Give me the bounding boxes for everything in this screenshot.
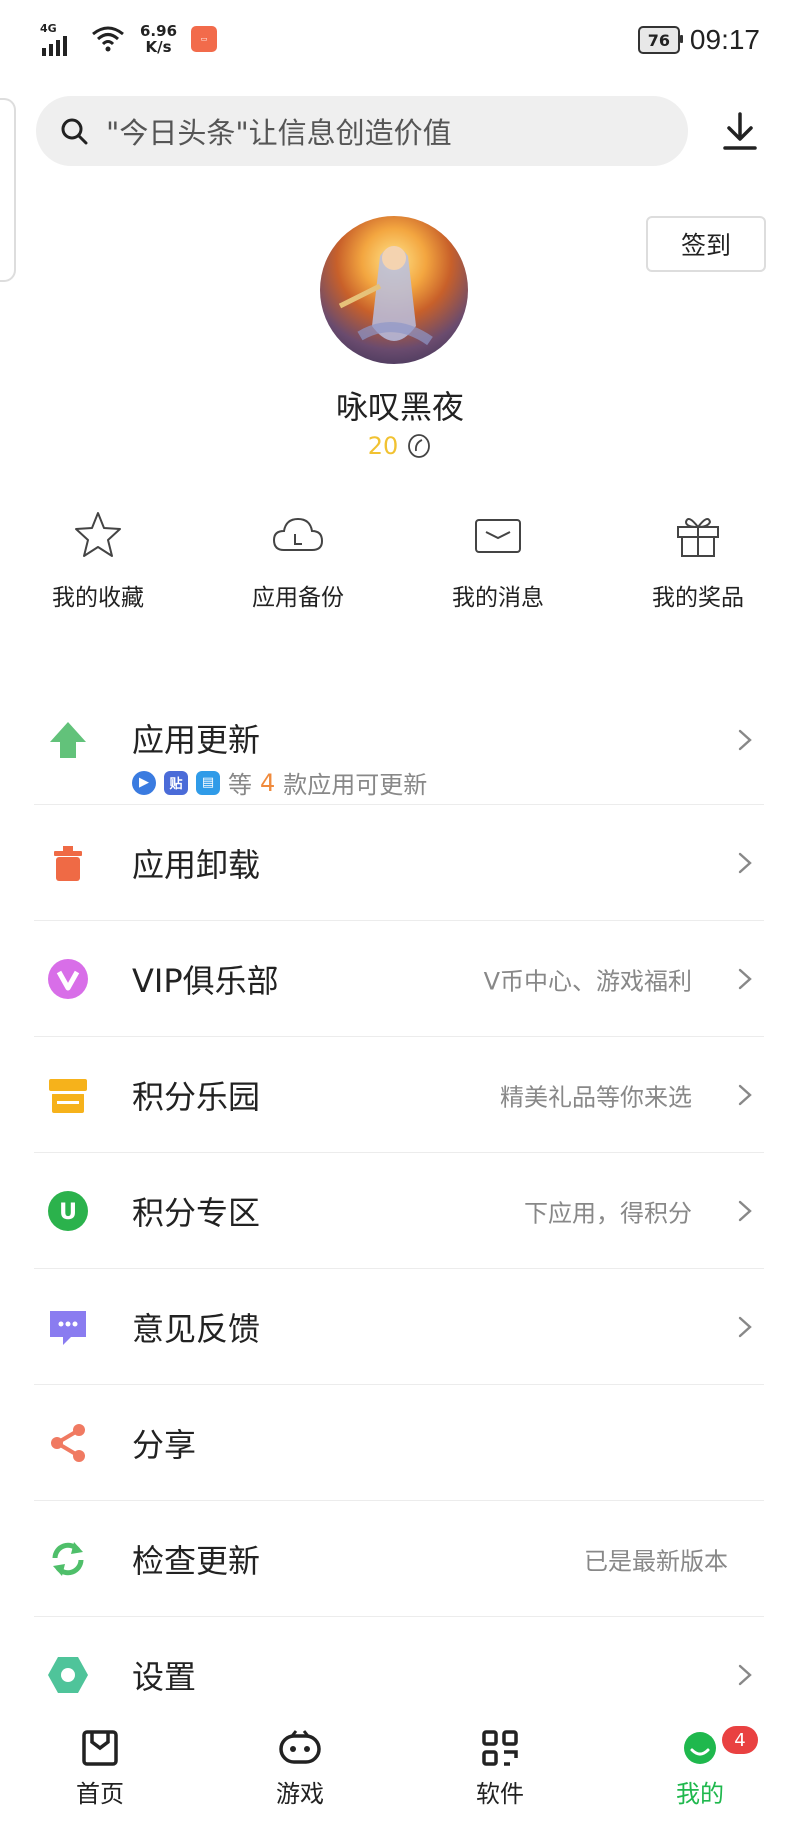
chevron-right-icon	[738, 852, 752, 874]
menu-item-hint: 下应用，得积分	[524, 1199, 692, 1228]
menu-item-feedback[interactable]: 意见反馈	[0, 1269, 800, 1385]
search-placeholder: "今日头条"让信息创造价值	[106, 116, 452, 150]
quick-action-favorites[interactable]: 我的收藏	[18, 510, 178, 612]
chevron-right-icon	[738, 1084, 752, 1106]
video-app-icon: ▶	[132, 770, 156, 795]
battery-icon: 76	[637, 26, 683, 54]
wifi-icon	[92, 26, 124, 52]
feedback-icon	[46, 1305, 90, 1349]
menu-item-hint: 精美礼品等你来选	[500, 1083, 692, 1112]
notification-badge: 4	[722, 1726, 758, 1754]
menu-item-check-update[interactable]: 检查更新 已是最新版本	[0, 1501, 800, 1617]
share-icon	[46, 1421, 90, 1465]
star-icon	[75, 512, 121, 557]
side-drawer-handle[interactable]	[0, 98, 16, 282]
cloud-icon	[272, 517, 324, 551]
chevron-right-icon	[738, 1316, 752, 1338]
chevron-right-icon	[738, 1664, 752, 1686]
tab-mine[interactable]: 4 我的	[640, 1726, 760, 1809]
quick-actions: 我的收藏 应用备份 我的消息 我的奖品	[0, 510, 800, 630]
store-icon	[46, 1073, 90, 1117]
svg-text:U: U	[59, 1200, 77, 1225]
chevron-right-icon	[738, 729, 752, 751]
menu-item-label: 分享	[132, 1426, 197, 1464]
signin-button[interactable]: 签到	[646, 216, 766, 272]
home-icon	[82, 1730, 118, 1766]
points-zone-icon: U	[46, 1189, 90, 1233]
reader-app-icon: ▤	[196, 770, 220, 795]
chevron-right-icon	[738, 968, 752, 990]
menu-item-hint: V币中心、游戏福利	[483, 967, 692, 996]
network-speed: 6.96 K/s	[140, 22, 178, 56]
clock: 09:17	[689, 24, 760, 55]
menu-item-label: 应用更新	[132, 721, 261, 759]
cellular-signal-icon: 4G	[40, 22, 76, 56]
bottom-tab-bar: 首页 游戏 软件 4 我的	[0, 1710, 800, 1822]
update-count: 4	[260, 768, 276, 797]
tieba-app-icon: 贴	[164, 770, 188, 795]
vip-icon	[46, 957, 90, 1001]
gamepad-icon	[279, 1730, 321, 1764]
menu-item-vip-club[interactable]: VIP俱乐部 V币中心、游戏福利	[0, 921, 800, 1037]
menu-item-uninstall[interactable]: 应用卸载	[0, 805, 800, 921]
network-type: 4G	[40, 22, 57, 35]
avatar[interactable]	[320, 216, 468, 364]
menu-item-label: 积分专区	[132, 1194, 261, 1232]
points-value: 20	[367, 432, 399, 460]
menu-item-label: 积分乐园	[132, 1078, 261, 1116]
menu-item-label: 检查更新	[132, 1542, 261, 1580]
menu-item-hint: 已是最新版本	[584, 1547, 728, 1576]
battery-level: 76	[647, 30, 671, 50]
tab-home[interactable]: 首页	[40, 1728, 160, 1809]
tab-software[interactable]: 软件	[440, 1728, 560, 1809]
menu-item-label: 意见反馈	[132, 1310, 261, 1348]
menu-item-points-zone[interactable]: U 积分专区 下应用，得积分	[0, 1153, 800, 1269]
profile-face-icon	[684, 1732, 716, 1764]
trash-icon	[46, 841, 90, 885]
quick-action-prizes[interactable]: 我的奖品	[618, 510, 778, 612]
search-bar[interactable]: "今日头条"让信息创造价值	[36, 96, 688, 166]
menu-item-label: 应用卸载	[132, 846, 261, 884]
quick-action-messages[interactable]: 我的消息	[418, 510, 578, 612]
status-bar: 4G 6.96 K/s ▭ 76 09:17	[0, 0, 800, 80]
username: 咏叹黑夜	[335, 388, 464, 426]
envelope-icon	[475, 519, 521, 553]
coin-icon	[408, 434, 431, 458]
tab-games[interactable]: 游戏	[240, 1728, 360, 1809]
download-icon[interactable]	[720, 110, 760, 154]
menu-item-label: 设置	[132, 1658, 197, 1696]
menu-item-share[interactable]: 分享	[0, 1385, 800, 1501]
search-icon	[61, 118, 88, 145]
menu-item-label: VIP俱乐部	[132, 962, 279, 1000]
menu-item-points-park[interactable]: 积分乐园 精美礼品等你来选	[0, 1037, 800, 1153]
menu-list: 应用更新 ▶ 贴 ▤ 等 4 款应用可更新 应用卸载 VIP俱乐部 V币中心、游…	[0, 675, 800, 1733]
chevron-right-icon	[738, 1200, 752, 1222]
quick-action-backup[interactable]: 应用备份	[218, 510, 378, 612]
menu-item-app-update[interactable]: 应用更新 ▶ 贴 ▤ 等 4 款应用可更新	[0, 675, 800, 805]
arrow-up-icon	[46, 718, 90, 762]
gift-icon	[677, 517, 719, 557]
update-apps-summary: ▶ 贴 ▤ 等 4 款应用可更新	[132, 765, 427, 800]
avatar-image	[338, 246, 433, 346]
notification-app-icon: ▭	[191, 26, 218, 52]
refresh-icon	[46, 1537, 90, 1581]
points-display[interactable]: 20	[0, 432, 800, 460]
settings-icon	[46, 1653, 90, 1697]
apps-grid-icon	[482, 1730, 518, 1766]
